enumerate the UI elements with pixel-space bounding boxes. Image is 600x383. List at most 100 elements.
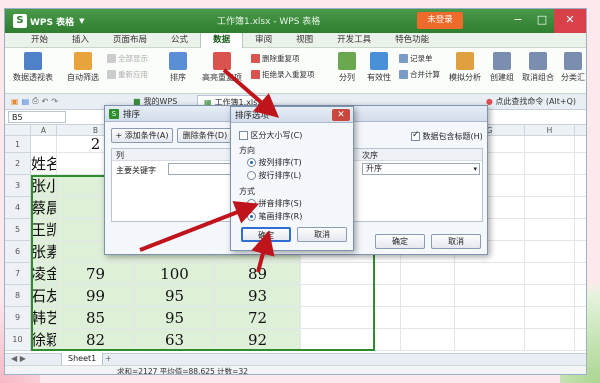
close-icon[interactable]: ✕ [554,9,586,33]
delete-duplicates-button[interactable]: 删除重复项 [251,53,300,64]
sheet-nav-icon[interactable]: ◀ ▶ [11,354,26,363]
table-cell[interactable] [575,263,586,285]
maximize-icon[interactable]: □ [530,9,554,33]
row-header[interactable]: 6 [5,241,31,263]
table-cell[interactable] [575,241,586,263]
column-header-i[interactable]: I [575,125,586,136]
record-form-button[interactable]: 记录单 [399,53,433,64]
table-cell[interactable] [525,175,575,197]
table-cell[interactable] [525,307,575,329]
table-cell[interactable] [455,307,525,329]
table-cell[interactable] [525,263,575,285]
table-cell[interactable] [401,329,455,351]
save-icon[interactable]: ▤ [22,97,30,106]
name-box[interactable]: B5 [8,111,66,123]
table-cell[interactable] [575,197,586,219]
row-header[interactable]: 1 [5,136,31,153]
table-cell[interactable] [525,136,575,153]
reapply-button[interactable]: 重新应用 [107,69,148,80]
validity-button[interactable]: 有效性 [363,52,395,83]
sort-by-column-radio[interactable]: 按列排序(T) [247,157,302,168]
undo-icon[interactable]: ↶ [42,97,49,106]
table-cell[interactable] [575,175,586,197]
row-header[interactable]: 8 [5,285,31,307]
open-icon[interactable]: ▣ [11,97,19,106]
menu-page-layout[interactable]: 页面布局 [101,33,159,48]
table-cell[interactable] [575,136,586,153]
minimize-icon[interactable]: − [506,9,530,33]
login-button[interactable]: 未登录 [417,12,463,29]
key-column-select[interactable]: ▾ [168,163,238,175]
pinyin-sort-radio[interactable]: 拼音排序(S) [247,198,302,209]
menu-developer[interactable]: 开发工具 [325,33,383,48]
sort-cancel-button[interactable]: 取消 [431,234,481,249]
what-if-analysis-button[interactable]: 模拟分析 [445,52,485,83]
row-header[interactable]: 10 [5,329,31,351]
redo-icon[interactable]: ↷ [51,97,58,106]
column-header-h[interactable]: H [525,125,575,136]
show-all-button[interactable]: 全部显示 [107,53,148,64]
table-cell[interactable] [401,285,455,307]
column-header-a[interactable]: A [31,125,57,136]
menu-formula[interactable]: 公式 [159,33,200,48]
reject-duplicates-button[interactable]: 拒绝录入重复项 [251,69,315,80]
menu-data[interactable]: 数据 [200,32,244,48]
table-cell[interactable] [525,197,575,219]
consolidate-button[interactable]: 合并计算 [399,69,440,80]
table-cell[interactable] [455,263,525,285]
print-icon[interactable]: ⎙ [32,96,38,106]
data-has-header-checkbox[interactable]: 数据包含标题(H) [411,130,483,142]
subtotal-button[interactable]: 分类汇 [559,52,586,83]
table-cell[interactable] [525,241,575,263]
table-cell[interactable] [525,285,575,307]
text-to-columns-button[interactable]: 分列 [335,52,359,83]
app-menu-button[interactable]: S WPS 表格 ▼ [13,14,85,28]
table-cell[interactable] [525,153,575,175]
table-cell[interactable] [401,263,455,285]
pivot-table-button[interactable]: 数据透视表 [11,52,55,83]
options-cancel-button[interactable]: 取消 [297,227,347,242]
close-icon[interactable]: ✕ [332,109,350,121]
delete-duplicates-icon [251,54,260,63]
case-sensitive-checkbox[interactable]: 区分大小写(C) [239,130,302,141]
highlight-duplicates-button[interactable]: 高亮重复项 [199,52,245,83]
table-cell[interactable] [525,329,575,351]
menu-insert[interactable]: 插入 [60,33,101,48]
row-header[interactable]: 7 [5,263,31,285]
menu-view[interactable]: 视图 [284,33,325,48]
row-header[interactable]: 2 [5,153,31,175]
table-cell[interactable] [575,219,586,241]
select-all-corner[interactable] [5,125,31,136]
table-cell[interactable] [31,136,57,153]
options-ok-button[interactable]: 确定 [241,227,291,242]
order-select[interactable]: 升序 ▾ [362,163,480,175]
table-cell[interactable] [575,153,586,175]
sort-ok-button[interactable]: 确定 [375,234,425,249]
menu-features[interactable]: 特色功能 [383,33,441,48]
row-header[interactable]: 9 [5,307,31,329]
menu-home[interactable]: 开始 [19,33,60,48]
table-cell[interactable] [455,285,525,307]
sort-button[interactable]: 排序 [165,52,191,83]
table-cell[interactable] [575,329,586,351]
table-cell[interactable]: 姓名 [31,153,57,175]
command-search[interactable]: ● 点此查找命令 (Alt+Q) [486,96,576,107]
delete-condition-button[interactable]: 删除条件(D) [177,128,233,143]
create-group-button[interactable]: 创建组 [487,52,517,83]
autofilter-button[interactable]: 自动筛选 [63,52,103,83]
table-cell[interactable] [525,219,575,241]
table-cell[interactable] [575,307,586,329]
add-sheet-icon[interactable]: + [105,354,112,363]
table-cell[interactable] [575,285,586,307]
row-header[interactable]: 3 [5,175,31,197]
ungroup-button[interactable]: 取消组合 [519,52,557,83]
table-cell[interactable] [455,329,525,351]
status-summary: 求和=2127 平均值=88.625 计数=32 [117,367,248,375]
add-condition-button[interactable]: + 添加条件(A) [111,128,173,143]
row-header[interactable]: 5 [5,219,31,241]
row-header[interactable]: 4 [5,197,31,219]
sort-by-row-radio[interactable]: 按行排序(L) [247,170,301,181]
table-cell[interactable] [401,307,455,329]
stroke-sort-radio[interactable]: 笔画排序(R) [247,211,302,222]
menu-review[interactable]: 审阅 [243,33,284,48]
